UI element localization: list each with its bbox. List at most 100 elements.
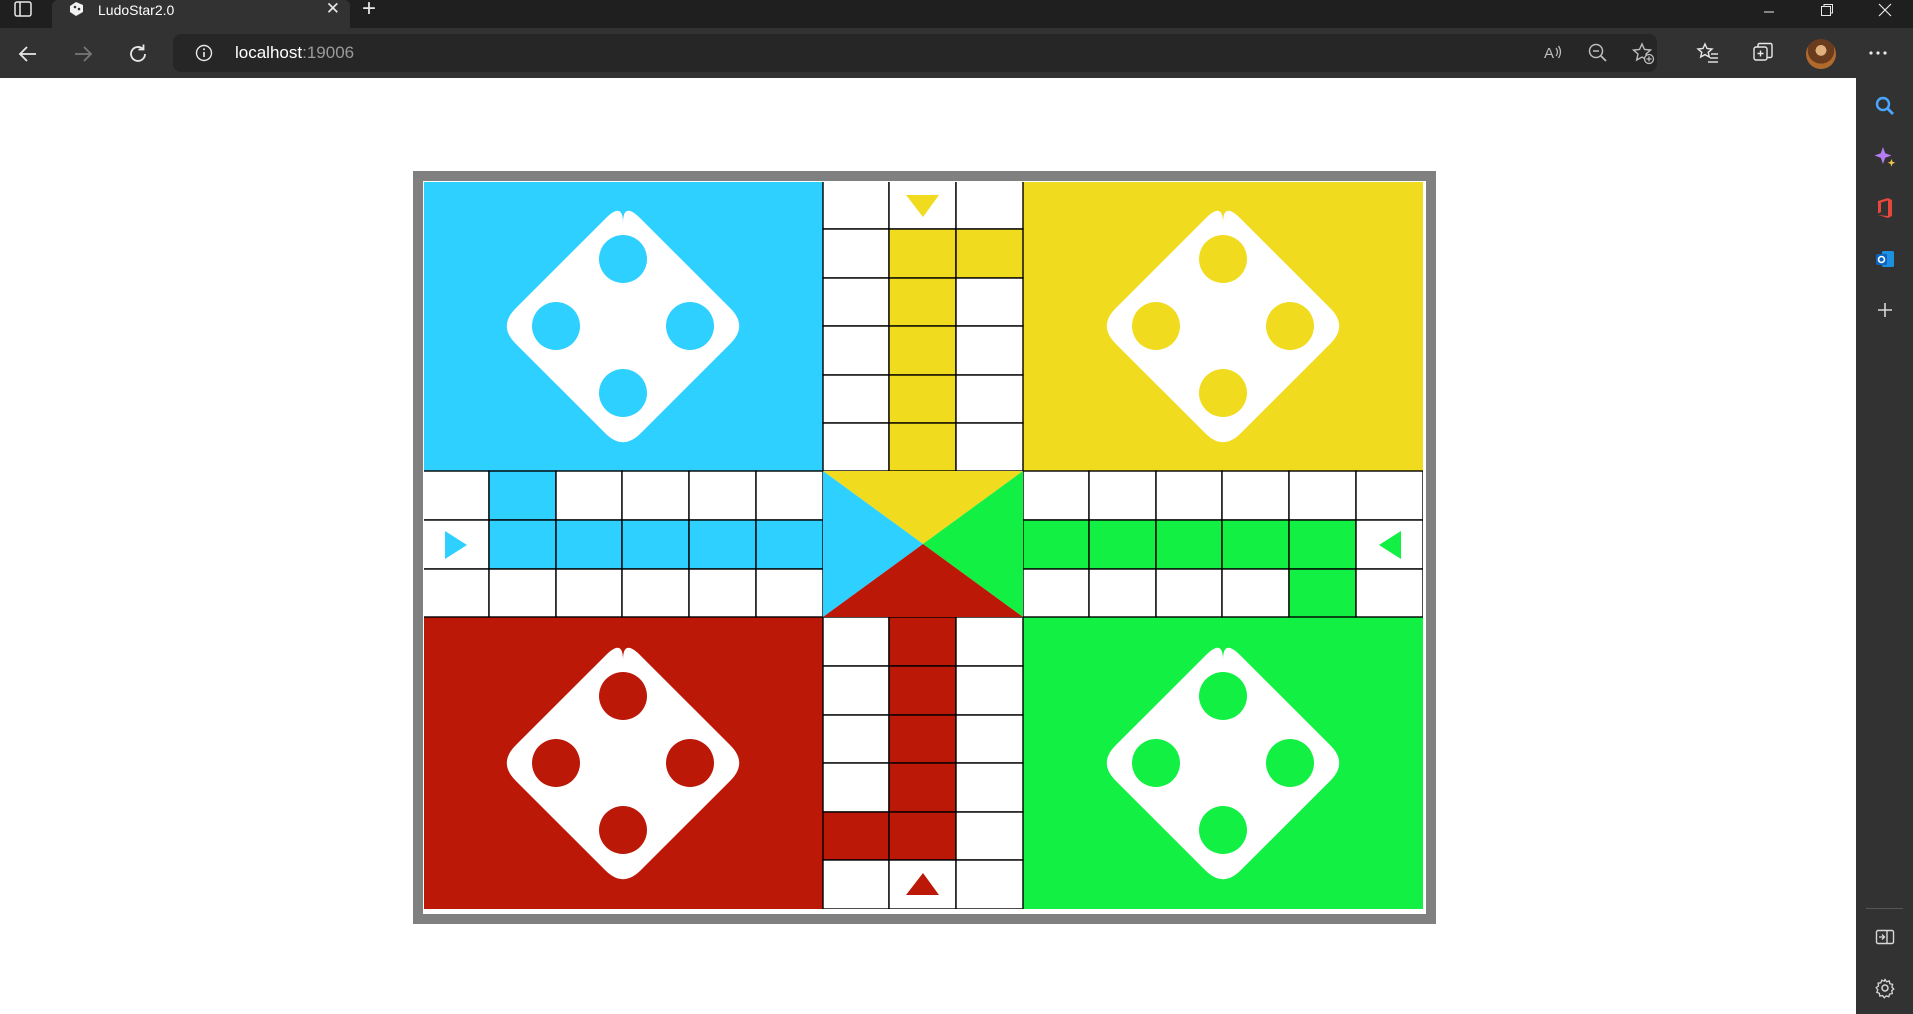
arrow-left-icon[interactable] — [14, 40, 42, 68]
track-bottom-cell-3-2 — [955, 762, 1024, 813]
info-icon[interactable] — [195, 44, 213, 62]
track-right-cell-1-0 — [1022, 519, 1090, 570]
token-red-4[interactable] — [599, 806, 647, 854]
token-yellow-1[interactable] — [1199, 235, 1247, 283]
track-bottom-cell-3-1 — [888, 762, 957, 813]
favorites-icon[interactable] — [1695, 40, 1721, 66]
url-port: :19006 — [302, 43, 355, 62]
track-left-cell-2-2 — [555, 568, 623, 618]
track-right-cell-0-2 — [1155, 470, 1223, 521]
token-green-4[interactable] — [1199, 806, 1247, 854]
token-blue-2[interactable] — [532, 302, 580, 350]
ludo-board — [413, 171, 1436, 924]
track-top-cell-5-0 — [822, 422, 890, 472]
token-blue-4[interactable] — [599, 369, 647, 417]
track-right-cell-2-4 — [1288, 568, 1357, 618]
page-viewport — [0, 78, 1856, 1014]
avatar[interactable] — [1806, 39, 1836, 69]
token-yellow-3[interactable] — [1266, 302, 1314, 350]
track-right-cell-2-1 — [1088, 568, 1157, 618]
split-screen-icon[interactable] — [1872, 924, 1898, 950]
sidebar-toggle-icon[interactable] — [12, 0, 34, 18]
track-left-cell-0-0 — [422, 470, 490, 521]
track-left-cell-0-2 — [555, 470, 623, 521]
add-favorite-icon[interactable] — [1630, 40, 1656, 66]
copilot-icon[interactable] — [1872, 144, 1898, 170]
track-top-cell-4-2 — [955, 374, 1024, 424]
track-right-cell-0-3 — [1221, 470, 1290, 521]
token-blue-1[interactable] — [599, 235, 647, 283]
track-bottom-cell-2-2 — [955, 714, 1024, 764]
tab-title: LudoStar2.0 — [98, 2, 175, 18]
track-top-cell-2-0 — [822, 277, 890, 327]
track-top-cell-0-0 — [822, 180, 890, 230]
track-left-cell-1-4 — [688, 519, 757, 570]
track-right-cell-1-4 — [1288, 519, 1357, 570]
track-bottom-cell-4-1 — [888, 811, 957, 861]
track-left-cell-2-3 — [621, 568, 690, 618]
token-yellow-2[interactable] — [1132, 302, 1180, 350]
active-tab[interactable]: LudoStar2.0 ✕ — [52, 0, 350, 28]
token-green-2[interactable] — [1132, 739, 1180, 787]
more-icon[interactable] — [1865, 40, 1891, 66]
track-right-cell-0-5 — [1355, 470, 1424, 521]
token-green-1[interactable] — [1199, 672, 1247, 720]
track-right-cell-1-2 — [1155, 519, 1223, 570]
track-bottom-cell-1-2 — [955, 665, 1024, 716]
track-bottom-cell-2-1 — [888, 714, 957, 764]
plus-icon[interactable]: + — [362, 0, 376, 21]
track-top-cell-2-1 — [888, 277, 957, 327]
ludo-board-svg — [422, 180, 1424, 910]
track-top-cell-0-2 — [955, 180, 1024, 230]
office-icon[interactable] — [1872, 195, 1898, 221]
arrow-right-icon[interactable] — [69, 40, 97, 68]
token-red-2[interactable] — [532, 739, 580, 787]
track-top-cell-1-1 — [888, 228, 957, 279]
read-aloud-icon[interactable]: A — [1540, 40, 1566, 66]
track-left-cell-0-3 — [621, 470, 690, 521]
token-red-1[interactable] — [599, 672, 647, 720]
edge-sidebar — [1856, 78, 1913, 1014]
minimize-icon[interactable] — [1746, 0, 1792, 20]
address-bar[interactable]: localhost:19006 A — [173, 34, 1657, 72]
close-icon[interactable]: ✕ — [326, 0, 340, 18]
track-right-cell-2-2 — [1155, 568, 1223, 618]
track-top-cell-5-1 — [888, 422, 957, 472]
track-bottom-cell-2-0 — [822, 714, 890, 764]
track-left-cell-1-2 — [555, 519, 623, 570]
track-left-cell-2-0 — [422, 568, 490, 618]
track-right-cell-1-1 — [1088, 519, 1157, 570]
plus-icon[interactable] — [1872, 297, 1898, 323]
url-host: localhost — [235, 43, 303, 62]
zoom-out-icon[interactable] — [1585, 40, 1611, 66]
sidebar-divider — [1866, 908, 1903, 909]
track-bottom-cell-4-0 — [822, 811, 890, 861]
track-bottom-cell-3-0 — [822, 762, 890, 813]
track-top-cell-5-2 — [955, 422, 1024, 472]
track-bottom-cell-5-0 — [822, 859, 890, 910]
token-yellow-4[interactable] — [1199, 369, 1247, 417]
track-left-cell-0-5 — [755, 470, 824, 521]
close-window-icon[interactable] — [1862, 0, 1908, 20]
collections-icon[interactable] — [1750, 40, 1776, 66]
token-green-3[interactable] — [1266, 739, 1314, 787]
gear-icon[interactable] — [1872, 975, 1898, 1001]
track-bottom-cell-4-2 — [955, 811, 1024, 861]
track-bottom-cell-1-1 — [888, 665, 957, 716]
refresh-icon[interactable] — [124, 40, 152, 68]
track-left-cell-0-4 — [688, 470, 757, 521]
search-icon[interactable] — [1872, 93, 1898, 119]
outlook-icon[interactable] — [1872, 246, 1898, 272]
url-text[interactable]: localhost:19006 — [235, 43, 354, 63]
track-left-cell-1-5 — [755, 519, 824, 570]
track-left-cell-2-5 — [755, 568, 824, 618]
token-blue-3[interactable] — [666, 302, 714, 350]
track-bottom-cell-5-2 — [955, 859, 1024, 910]
track-right-cell-2-5 — [1355, 568, 1424, 618]
track-bottom-cell-1-0 — [822, 665, 890, 716]
track-top-cell-3-2 — [955, 325, 1024, 376]
token-red-3[interactable] — [666, 739, 714, 787]
track-right-cell-0-1 — [1088, 470, 1157, 521]
restore-icon[interactable] — [1804, 0, 1850, 20]
track-left-cell-0-1 — [488, 470, 557, 521]
